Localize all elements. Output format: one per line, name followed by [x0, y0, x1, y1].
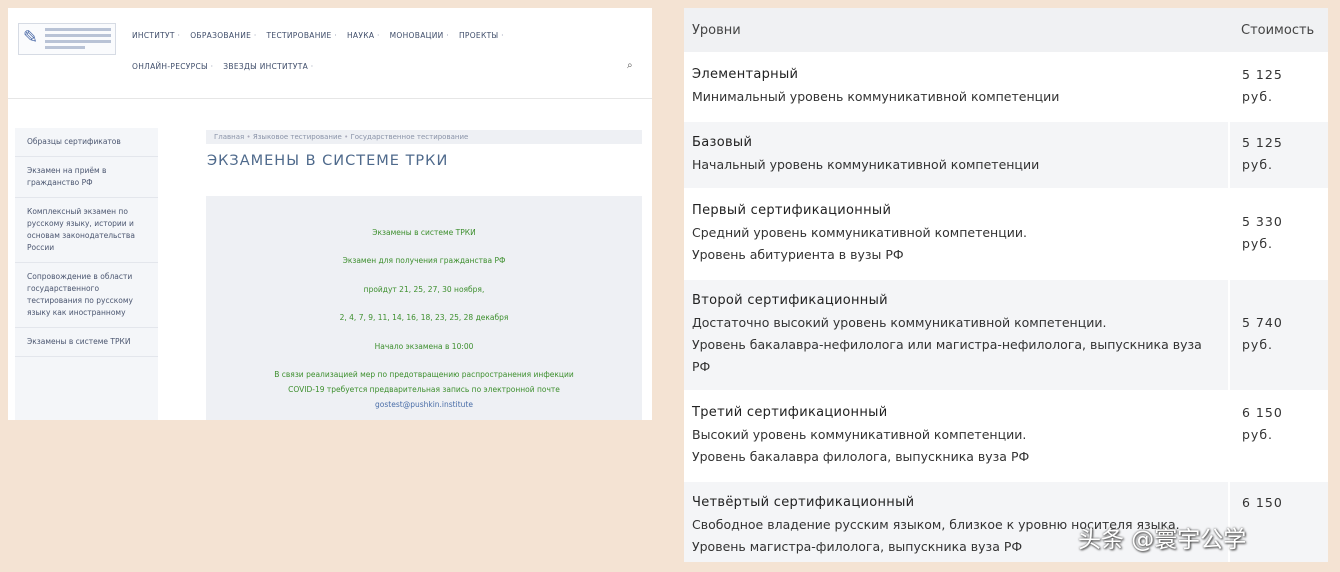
level-description: Высокий уровень коммуникативной компетен… — [692, 427, 1027, 442]
level-price: 5 125 — [1242, 135, 1283, 150]
level-name: Третий сертификационный — [692, 405, 888, 420]
institute-logo[interactable]: ✎ — [18, 23, 116, 55]
nav-item-online-resources[interactable]: ОНЛАЙН-РЕСУРСЫ — [132, 62, 213, 71]
breadcrumb-language-testing[interactable]: Языковое тестирование — [246, 133, 341, 141]
level-description: Уровень абитуриента в вузы РФ — [692, 247, 904, 262]
level-name: Второй сертификационный — [692, 293, 888, 308]
level-price: 6 150 — [1242, 405, 1283, 420]
level-price: 5 125 — [1242, 67, 1283, 82]
level-description: Уровень бакалавра филолога, выпускника в… — [692, 449, 1030, 464]
price-table-screenshot: Уровни Стоимость Элементарный Минимальны… — [684, 8, 1328, 562]
level-description: Достаточно высокий уровень коммуникативн… — [692, 315, 1107, 330]
secondary-nav: ОНЛАЙН-РЕСУРСЫ ЗВЕЗДЫ ИНСТИТУТА — [132, 62, 313, 71]
sidebar-item-testing-support[interactable]: Сопровождение в области государственного… — [15, 263, 158, 328]
nav-item-testing[interactable]: ТЕСТИРОВАНИЕ — [267, 31, 337, 40]
site-header: ✎ ИНСТИТУТ ОБРАЗОВАНИЕ ТЕСТИРОВАНИЕ НАУК… — [8, 8, 652, 99]
nav-item-institute-stars[interactable]: ЗВЕЗДЫ ИНСТИТУТА — [223, 62, 313, 71]
price-unit: руб. — [1242, 236, 1274, 251]
sidebar-item-citizenship-exam[interactable]: Экзамен на приём в гражданство РФ — [15, 157, 158, 198]
notice-line: пройдут 21, 25, 27, 30 ноября, — [363, 285, 485, 294]
nav-item-innovations[interactable]: МОНОВАЦИИ — [390, 31, 449, 40]
search-icon[interactable]: ⌕ — [627, 60, 633, 71]
level-description: Минимальный уровень коммуникативной комп… — [692, 89, 1060, 104]
notice-email-link[interactable]: gostest@pushkin.institute — [206, 400, 642, 409]
notice-line: Экзамен для получения гражданства РФ — [342, 256, 506, 265]
exam-notice-box: Экзамены в системе ТРКИ Экзамен для полу… — [206, 196, 642, 420]
institute-emblem-icon: ✎ — [23, 27, 39, 48]
level-description: Начальный уровень коммуникативной компет… — [692, 157, 1040, 172]
notice-line: COVID-19 требуется предварительная запис… — [288, 385, 560, 394]
column-header-price: Стоимость — [1229, 8, 1328, 53]
breadcrumb-state-testing: Государственное тестирование — [344, 133, 468, 141]
table-row: Базовый Начальный уровень коммуникативно… — [684, 120, 1328, 189]
watermark-text: 头条 @寰宇公学 — [1078, 527, 1247, 553]
sidebar-item-trki-exams[interactable]: Экзамены в системе ТРКИ — [15, 328, 158, 357]
breadcrumb-home[interactable]: Главная — [214, 133, 244, 141]
breadcrumb: Главная Языковое тестирование Государств… — [206, 130, 642, 144]
price-unit: руб. — [1242, 89, 1274, 104]
level-description: Средний уровень коммуникативной компетен… — [692, 225, 1027, 240]
nav-item-projects[interactable]: ПРОЕКТЫ — [459, 31, 504, 40]
sidebar-item-certificates[interactable]: Образцы сертификатов — [15, 128, 158, 157]
page-title: ЭКЗАМЕНЫ В СИСТЕМЕ ТРКИ — [207, 153, 449, 169]
notice-line: Начало экзамена в 10:00 — [374, 342, 474, 351]
price-unit: руб. — [1242, 337, 1274, 352]
notice-line: 2, 4, 7, 9, 11, 14, 16, 18, 23, 25, 28 д… — [339, 313, 509, 322]
column-header-levels: Уровни — [684, 8, 1229, 53]
level-price: 6 150 — [1242, 495, 1283, 510]
main-nav: ИНСТИТУТ ОБРАЗОВАНИЕ ТЕСТИРОВАНИЕ НАУКА … — [132, 31, 504, 40]
price-unit: руб. — [1242, 157, 1274, 172]
notice-line: В связи реализацией мер по предотвращени… — [274, 370, 574, 379]
level-price: 5 330 — [1242, 214, 1283, 229]
table-row: Третий сертификационный Высокий уровень … — [684, 390, 1328, 481]
level-name: Четвёртый сертификационный — [692, 495, 915, 510]
table-row: Первый сертификационный Средний уровень … — [684, 188, 1328, 279]
sidebar: Образцы сертификатов Экзамен на приём в … — [15, 128, 158, 420]
institute-site-screenshot: ✎ ИНСТИТУТ ОБРАЗОВАНИЕ ТЕСТИРОВАНИЕ НАУК… — [8, 8, 652, 420]
level-name: Базовый — [692, 135, 753, 150]
level-price: 5 740 — [1242, 315, 1283, 330]
notice-line: Экзамены в системе ТРКИ — [372, 228, 476, 237]
nav-item-institute[interactable]: ИНСТИТУТ — [132, 31, 180, 40]
sidebar-item-complex-exam[interactable]: Комплексный экзамен по русскому языку, и… — [15, 198, 158, 263]
nav-item-education[interactable]: ОБРАЗОВАНИЕ — [190, 31, 256, 40]
level-description: Уровень бакалавра-нефилолога или магистр… — [692, 337, 1202, 374]
nav-item-science[interactable]: НАУКА — [347, 31, 380, 40]
table-row: Второй сертификационный Достаточно высок… — [684, 278, 1328, 391]
level-name: Элементарный — [692, 67, 799, 82]
price-unit: руб. — [1242, 427, 1274, 442]
price-table: Уровни Стоимость Элементарный Минимальны… — [684, 8, 1328, 562]
level-name: Первый сертификационный — [692, 203, 892, 218]
table-row: Элементарный Минимальный уровень коммуни… — [684, 52, 1328, 121]
